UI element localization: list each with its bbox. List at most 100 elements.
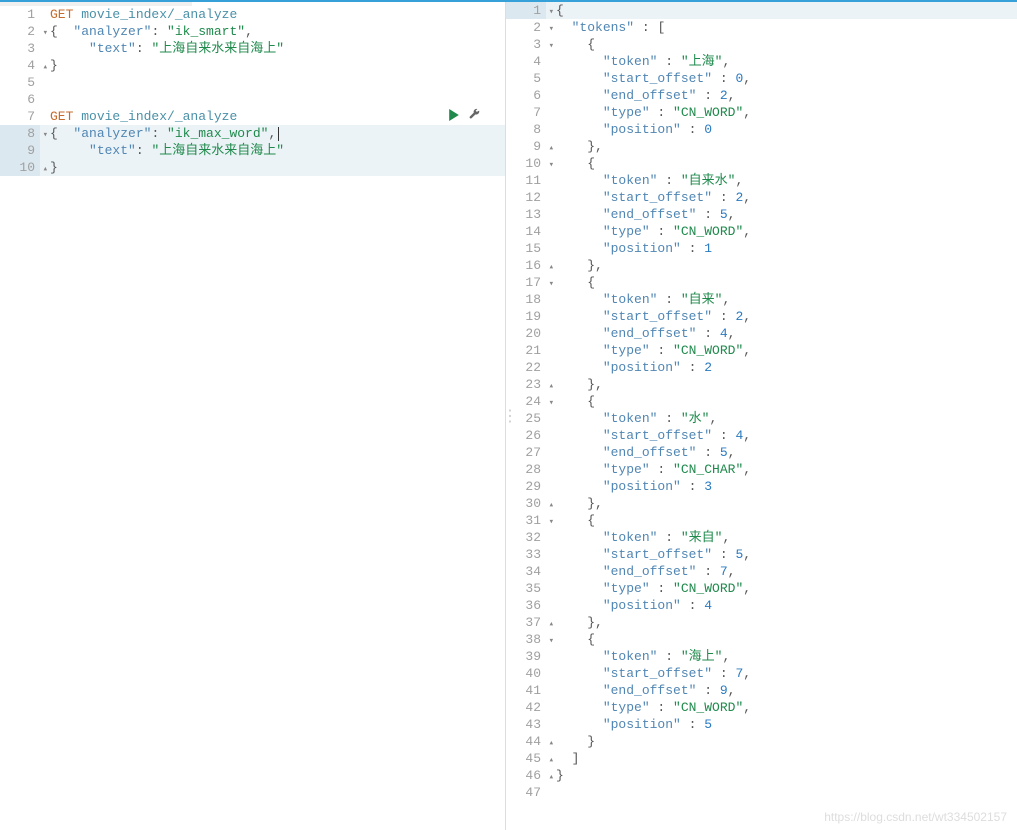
code-content[interactable]: { <box>546 631 1017 648</box>
code-line[interactable]: 9 "text": "上海自来水来自海上" <box>0 142 505 159</box>
code-line[interactable]: 45▴ ] <box>506 750 1017 767</box>
code-content[interactable]: "token" : "自来水", <box>546 172 1017 189</box>
code-content[interactable]: "position" : 4 <box>546 597 1017 614</box>
code-content[interactable]: }, <box>546 495 1017 512</box>
code-content[interactable]: "type" : "CN_WORD", <box>546 580 1017 597</box>
code-line[interactable]: 34 "end_offset" : 7, <box>506 563 1017 580</box>
code-content[interactable]: { <box>546 2 1017 19</box>
code-content[interactable]: "end_offset" : 5, <box>546 206 1017 223</box>
code-line[interactable]: 47 <box>506 784 1017 801</box>
code-content[interactable]: "token" : "自来", <box>546 291 1017 308</box>
code-line[interactable]: 41 "end_offset" : 9, <box>506 682 1017 699</box>
code-line[interactable]: 27 "end_offset" : 5, <box>506 444 1017 461</box>
code-content[interactable]: "type" : "CN_WORD", <box>546 223 1017 240</box>
code-content[interactable]: "text": "上海自来水来自海上" <box>40 142 505 159</box>
code-line[interactable]: 2▾{ "analyzer": "ik_smart", <box>0 23 505 40</box>
code-content[interactable]: } <box>546 767 1017 784</box>
code-content[interactable]: GET movie_index/_analyze <box>40 6 505 23</box>
code-line[interactable]: 18 "token" : "自来", <box>506 291 1017 308</box>
code-content[interactable]: "start_offset" : 5, <box>546 546 1017 563</box>
code-line[interactable]: 21 "type" : "CN_WORD", <box>506 342 1017 359</box>
code-line[interactable]: 19 "start_offset" : 2, <box>506 308 1017 325</box>
code-line[interactable]: 26 "start_offset" : 4, <box>506 427 1017 444</box>
code-content[interactable]: "token" : "水", <box>546 410 1017 427</box>
wrench-icon[interactable] <box>468 108 481 126</box>
code-line[interactable]: 8▾{ "analyzer": "ik_max_word", <box>0 125 505 142</box>
code-content[interactable]: } <box>546 733 1017 750</box>
code-line[interactable]: 14 "type" : "CN_WORD", <box>506 223 1017 240</box>
code-line[interactable]: 25 "token" : "水", <box>506 410 1017 427</box>
code-content[interactable]: "end_offset" : 7, <box>546 563 1017 580</box>
code-content[interactable] <box>546 784 1017 801</box>
code-line[interactable]: 31▾ { <box>506 512 1017 529</box>
code-line[interactable]: 1▾{ <box>506 2 1017 19</box>
code-line[interactable]: 20 "end_offset" : 4, <box>506 325 1017 342</box>
code-content[interactable]: "position" : 0 <box>546 121 1017 138</box>
code-line[interactable]: 3 "text": "上海自来水来自海上" <box>0 40 505 57</box>
code-content[interactable]: { "analyzer": "ik_smart", <box>40 23 505 40</box>
code-content[interactable]: { <box>546 274 1017 291</box>
code-content[interactable]: "start_offset" : 0, <box>546 70 1017 87</box>
code-content[interactable]: "start_offset" : 4, <box>546 427 1017 444</box>
code-content[interactable]: "token" : "海上", <box>546 648 1017 665</box>
code-line[interactable]: 1GET movie_index/_analyze <box>0 6 505 23</box>
code-line[interactable]: 23▴ }, <box>506 376 1017 393</box>
code-line[interactable]: 4▴} <box>0 57 505 74</box>
code-line[interactable]: 32 "token" : "来自", <box>506 529 1017 546</box>
code-content[interactable]: } <box>40 57 505 74</box>
code-line[interactable]: 44▴ } <box>506 733 1017 750</box>
code-content[interactable]: { <box>546 512 1017 529</box>
code-content[interactable]: "end_offset" : 5, <box>546 444 1017 461</box>
code-content[interactable]: "token" : "上海", <box>546 53 1017 70</box>
code-line[interactable]: 24▾ { <box>506 393 1017 410</box>
code-line[interactable]: 4 "token" : "上海", <box>506 53 1017 70</box>
code-content[interactable]: "token" : "来自", <box>546 529 1017 546</box>
code-line[interactable]: 2▾ "tokens" : [ <box>506 19 1017 36</box>
code-line[interactable]: 5 <box>0 74 505 91</box>
code-line[interactable]: 8 "position" : 0 <box>506 121 1017 138</box>
code-line[interactable]: 13 "end_offset" : 5, <box>506 206 1017 223</box>
code-content[interactable]: GET movie_index/_analyze <box>40 108 505 125</box>
code-line[interactable]: 33 "start_offset" : 5, <box>506 546 1017 563</box>
code-line[interactable]: 10▾ { <box>506 155 1017 172</box>
code-line[interactable]: 39 "token" : "海上", <box>506 648 1017 665</box>
code-content[interactable]: }, <box>546 138 1017 155</box>
code-line[interactable]: 38▾ { <box>506 631 1017 648</box>
request-editor[interactable]: 1GET movie_index/_analyze2▾{ "analyzer":… <box>0 2 506 830</box>
code-line[interactable]: 36 "position" : 4 <box>506 597 1017 614</box>
response-viewer[interactable]: ⋮ 1▾{2▾ "tokens" : [3▾ {4 "token" : "上海"… <box>506 2 1017 830</box>
code-content[interactable]: { <box>546 155 1017 172</box>
code-content[interactable]: { <box>546 393 1017 410</box>
code-line[interactable]: 30▴ }, <box>506 495 1017 512</box>
code-line[interactable]: 15 "position" : 1 <box>506 240 1017 257</box>
code-content[interactable]: "end_offset" : 2, <box>546 87 1017 104</box>
code-content[interactable]: } <box>40 159 505 176</box>
code-content[interactable]: "end_offset" : 4, <box>546 325 1017 342</box>
code-content[interactable]: "start_offset" : 2, <box>546 189 1017 206</box>
code-content[interactable]: "type" : "CN_CHAR", <box>546 461 1017 478</box>
code-content[interactable] <box>40 74 505 91</box>
code-content[interactable]: "text": "上海自来水来自海上" <box>40 40 505 57</box>
code-line[interactable]: 7 "type" : "CN_WORD", <box>506 104 1017 121</box>
code-line[interactable]: 11 "token" : "自来水", <box>506 172 1017 189</box>
code-content[interactable]: "position" : 1 <box>546 240 1017 257</box>
code-content[interactable]: "start_offset" : 7, <box>546 665 1017 682</box>
code-content[interactable]: }, <box>546 376 1017 393</box>
code-line[interactable]: 43 "position" : 5 <box>506 716 1017 733</box>
code-line[interactable]: 5 "start_offset" : 0, <box>506 70 1017 87</box>
code-line[interactable]: 35 "type" : "CN_WORD", <box>506 580 1017 597</box>
code-line[interactable]: 3▾ { <box>506 36 1017 53</box>
code-content[interactable]: ] <box>546 750 1017 767</box>
code-content[interactable]: { <box>546 36 1017 53</box>
code-line[interactable]: 17▾ { <box>506 274 1017 291</box>
code-content[interactable]: "type" : "CN_WORD", <box>546 342 1017 359</box>
code-content[interactable]: }, <box>546 257 1017 274</box>
code-content[interactable]: "type" : "CN_WORD", <box>546 699 1017 716</box>
code-content[interactable]: "start_offset" : 2, <box>546 308 1017 325</box>
code-content[interactable]: "position" : 2 <box>546 359 1017 376</box>
code-line[interactable]: 37▴ }, <box>506 614 1017 631</box>
code-content[interactable]: "type" : "CN_WORD", <box>546 104 1017 121</box>
code-content[interactable] <box>40 91 505 108</box>
code-line[interactable]: 42 "type" : "CN_WORD", <box>506 699 1017 716</box>
code-line[interactable]: 9▴ }, <box>506 138 1017 155</box>
